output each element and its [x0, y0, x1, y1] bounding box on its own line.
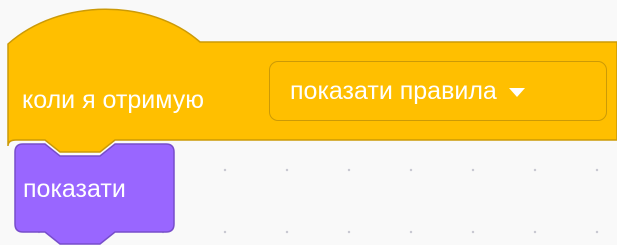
- broadcast-message-dropdown[interactable]: показати правила: [269, 61, 607, 121]
- when-i-receive-label: коли я отримую: [22, 86, 204, 114]
- caret-down-icon[interactable]: [508, 88, 525, 97]
- show-block-label: показати: [23, 175, 126, 203]
- broadcast-message-value: показати правила: [290, 76, 497, 105]
- code-workspace[interactable]: коли я отримую показати правила показати: [0, 0, 617, 245]
